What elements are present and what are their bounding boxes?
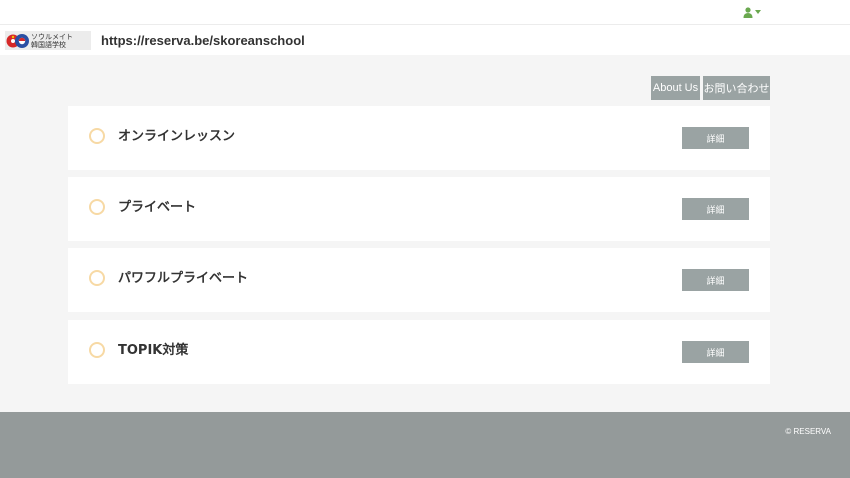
menu-card-powerful-private[interactable]: パワフルプライベート 詳細 [68,248,770,312]
detail-button[interactable]: 詳細 [682,341,749,363]
menu-title: パワフルプライベート [118,271,249,286]
site-footer: © RESERVA [0,412,850,478]
radio-button[interactable] [89,342,105,358]
copyright-text: © RESERVA [785,427,831,436]
detail-button[interactable]: 詳細 [682,269,749,291]
about-us-button[interactable]: About Us [651,76,700,100]
menu-title: プライベート [118,200,197,215]
detail-button[interactable]: 詳細 [682,198,749,220]
detail-button[interactable]: 詳細 [682,127,749,149]
contact-button[interactable]: お問い合わせ [703,76,770,100]
menu-card-topik[interactable]: TOPIK対策 詳細 [68,320,770,384]
logo-line-1: ソウルメイト [31,32,73,41]
logo-mark-icon [6,33,29,48]
chevron-down-icon [755,10,761,14]
user-menu[interactable] [743,6,763,18]
logo-line-2: 韓国語学校 [31,40,66,49]
radio-button[interactable] [89,128,105,144]
site-header: ソウルメイト 韓国語学校 https://reserva.be/skoreans… [0,25,850,55]
menu-title: TOPIK対策 [118,343,189,358]
top-bar [0,0,850,25]
radio-button[interactable] [89,199,105,215]
school-logo[interactable]: ソウルメイト 韓国語学校 [5,31,91,50]
radio-button[interactable] [89,270,105,286]
menu-card-online-lesson[interactable]: オンラインレッスン 詳細 [68,106,770,170]
user-icon [743,6,753,18]
menu-card-private[interactable]: プライベート 詳細 [68,177,770,241]
site-url[interactable]: https://reserva.be/skoreanschool [101,33,305,48]
menu-title: オンラインレッスン [118,129,236,144]
